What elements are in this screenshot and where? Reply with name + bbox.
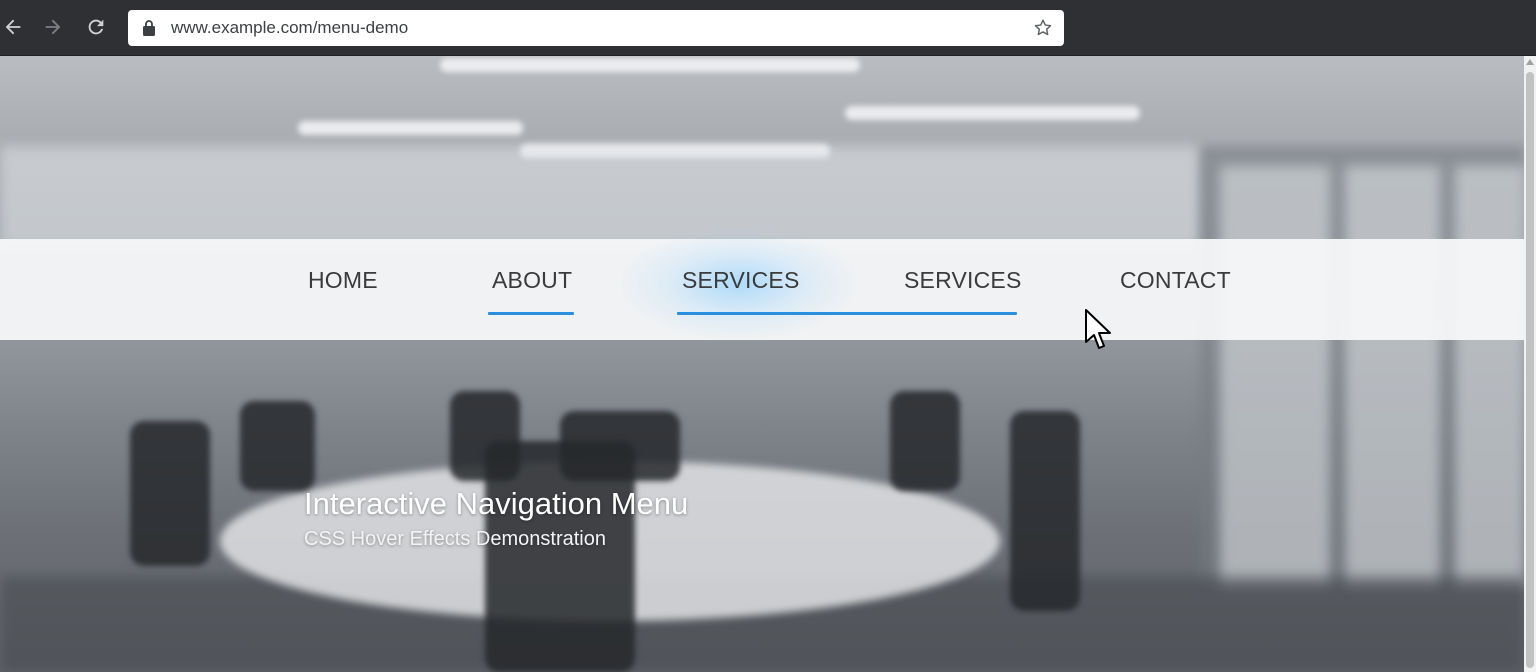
- chair: [1010, 411, 1080, 611]
- page-viewport: HOME ABOUT SERVICES SERVICES CONTACT Int…: [0, 56, 1524, 672]
- address-bar[interactable]: www.example.com/menu-demo: [128, 10, 1064, 46]
- chair: [890, 391, 960, 491]
- mouse-pointer-icon: [1085, 309, 1111, 349]
- reload-icon[interactable]: [79, 10, 113, 44]
- star-bookmark-icon[interactable]: [1032, 17, 1054, 39]
- about-underline: [488, 312, 574, 315]
- back-arrow-icon[interactable]: [0, 10, 30, 44]
- services-underline: [677, 312, 1017, 315]
- scroll-thumb[interactable]: [1526, 72, 1534, 668]
- chair: [130, 421, 210, 566]
- lock-icon: [143, 20, 155, 36]
- navigation-menu: HOME ABOUT SERVICES SERVICES CONTACT: [0, 229, 1524, 340]
- ceiling-light: [298, 121, 523, 135]
- menu-item-home[interactable]: HOME: [308, 267, 378, 294]
- window-wall: [0, 146, 1200, 246]
- browser-toolbar: www.example.com/menu-demo: [0, 0, 1536, 56]
- chair: [240, 401, 315, 491]
- menu-item-services-2[interactable]: SERVICES: [904, 267, 1022, 294]
- hero-subtitle: CSS Hover Effects Demonstration: [304, 528, 606, 550]
- scroll-up-icon[interactable]: [1526, 59, 1534, 65]
- url-text[interactable]: www.example.com/menu-demo: [171, 19, 408, 37]
- ceiling-light: [440, 58, 860, 72]
- menu-item-about[interactable]: ABOUT: [492, 267, 572, 294]
- forward-arrow-icon[interactable]: [36, 10, 70, 44]
- hero-title: Interactive Navigation Menu: [304, 486, 689, 521]
- window-pane: [1220, 166, 1330, 586]
- window-pane: [1345, 166, 1440, 586]
- menu-item-services[interactable]: SERVICES: [682, 267, 800, 294]
- menu-item-contact[interactable]: CONTACT: [1120, 267, 1231, 294]
- vertical-scrollbar[interactable]: [1524, 56, 1536, 672]
- window-pane: [1455, 166, 1524, 586]
- ceiling-light: [845, 106, 1140, 120]
- chair: [485, 441, 635, 672]
